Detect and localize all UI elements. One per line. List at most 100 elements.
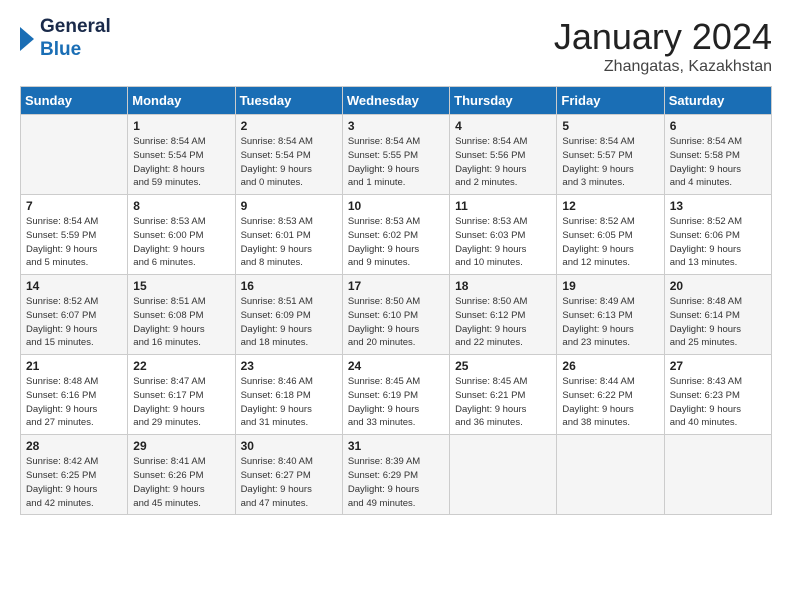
- day-info: Sunrise: 8:54 AM Sunset: 5:55 PM Dayligh…: [348, 135, 444, 190]
- day-number: 30: [241, 439, 337, 453]
- day-info: Sunrise: 8:50 AM Sunset: 6:10 PM Dayligh…: [348, 295, 444, 350]
- day-number: 8: [133, 199, 229, 213]
- day-cell: 24Sunrise: 8:45 AM Sunset: 6:19 PM Dayli…: [342, 355, 449, 435]
- day-info: Sunrise: 8:51 AM Sunset: 6:08 PM Dayligh…: [133, 295, 229, 350]
- day-cell: 28 Sunrise: 8:42 AM Sunset: 6:25 PM Dayli…: [21, 435, 128, 515]
- day-cell: 14Sunrise: 8:52 AM Sunset: 6:07 PM Dayli…: [21, 275, 128, 355]
- day-info: Sunrise: 8:45 AM Sunset: 6:21 PM Dayligh…: [455, 375, 551, 430]
- day-info: Sunrise: 8:43 AM Sunset: 6:23 PM Dayligh…: [670, 375, 766, 430]
- day-info: Sunrise: 8:41 AM Sunset: 6:26 PM Dayligh…: [133, 455, 229, 510]
- day-cell: [557, 435, 664, 515]
- week-row-3: 14Sunrise: 8:52 AM Sunset: 6:07 PM Dayli…: [21, 275, 772, 355]
- day-number: 14: [26, 279, 122, 293]
- day-info: Sunrise: 8:42 AM Sunset: 6:25 PM Dayligh…: [26, 455, 122, 510]
- day-cell: 30 Sunrise: 8:40 AM Sunset: 6:27 PM Dayli…: [235, 435, 342, 515]
- day-info: Sunrise: 8:48 AM Sunset: 6:14 PM Dayligh…: [670, 295, 766, 350]
- day-cell: 6 Sunrise: 8:54 AM Sunset: 5:58 PM Daylig…: [664, 115, 771, 195]
- day-info: Sunrise: 8:49 AM Sunset: 6:13 PM Dayligh…: [562, 295, 658, 350]
- week-row-5: 28 Sunrise: 8:42 AM Sunset: 6:25 PM Dayli…: [21, 435, 772, 515]
- title-area: January 2024 Zhangatas, Kazakhstan: [554, 16, 772, 76]
- day-cell: 9Sunrise: 8:53 AM Sunset: 6:01 PM Daylig…: [235, 195, 342, 275]
- day-info: Sunrise: 8:53 AM Sunset: 6:01 PM Dayligh…: [241, 215, 337, 270]
- day-cell: 22 Sunrise: 8:47 AM Sunset: 6:17 PM Dayli…: [128, 355, 235, 435]
- day-cell: 29 Sunrise: 8:41 AM Sunset: 6:26 PM Dayli…: [128, 435, 235, 515]
- day-cell: 4Sunrise: 8:54 AM Sunset: 5:56 PM Daylig…: [450, 115, 557, 195]
- day-number: 16: [241, 279, 337, 293]
- day-cell: 2 Sunrise: 8:54 AM Sunset: 5:54 PM Daylig…: [235, 115, 342, 195]
- day-info: Sunrise: 8:40 AM Sunset: 6:27 PM Dayligh…: [241, 455, 337, 510]
- day-info: Sunrise: 8:46 AM Sunset: 6:18 PM Dayligh…: [241, 375, 337, 430]
- day-info: Sunrise: 8:50 AM Sunset: 6:12 PM Dayligh…: [455, 295, 551, 350]
- day-number: 27: [670, 359, 766, 373]
- day-number: 10: [348, 199, 444, 213]
- day-number: 6: [670, 119, 766, 133]
- header-cell-friday: Friday: [557, 87, 664, 115]
- day-number: 26: [562, 359, 658, 373]
- day-number: 12: [562, 199, 658, 213]
- day-info: Sunrise: 8:39 AM Sunset: 6:29 PM Dayligh…: [348, 455, 444, 510]
- day-cell: 1 Sunrise: 8:54 AM Sunset: 5:54 PM Daylig…: [128, 115, 235, 195]
- day-info: Sunrise: 8:54 AM Sunset: 5:56 PM Dayligh…: [455, 135, 551, 190]
- day-cell: 17Sunrise: 8:50 AM Sunset: 6:10 PM Dayli…: [342, 275, 449, 355]
- day-number: 2: [241, 119, 337, 133]
- day-info: Sunrise: 8:52 AM Sunset: 6:05 PM Dayligh…: [562, 215, 658, 270]
- day-number: 18: [455, 279, 551, 293]
- day-cell: 3 Sunrise: 8:54 AM Sunset: 5:55 PM Daylig…: [342, 115, 449, 195]
- day-info: Sunrise: 8:53 AM Sunset: 6:03 PM Dayligh…: [455, 215, 551, 270]
- day-cell: 26 Sunrise: 8:44 AM Sunset: 6:22 PM Dayli…: [557, 355, 664, 435]
- day-info: Sunrise: 8:44 AM Sunset: 6:22 PM Dayligh…: [562, 375, 658, 430]
- day-info: Sunrise: 8:53 AM Sunset: 6:00 PM Dayligh…: [133, 215, 229, 270]
- day-cell: 18 Sunrise: 8:50 AM Sunset: 6:12 PM Dayli…: [450, 275, 557, 355]
- calendar-subtitle: Zhangatas, Kazakhstan: [554, 58, 772, 76]
- day-info: Sunrise: 8:54 AM Sunset: 5:54 PM Dayligh…: [241, 135, 337, 190]
- day-number: 20: [670, 279, 766, 293]
- day-cell: 21 Sunrise: 8:48 AM Sunset: 6:16 PM Dayli…: [21, 355, 128, 435]
- day-number: 29: [133, 439, 229, 453]
- day-cell: [450, 435, 557, 515]
- day-info: Sunrise: 8:51 AM Sunset: 6:09 PM Dayligh…: [241, 295, 337, 350]
- day-number: 28: [26, 439, 122, 453]
- day-cell: 5Sunrise: 8:54 AM Sunset: 5:57 PM Daylig…: [557, 115, 664, 195]
- header-cell-saturday: Saturday: [664, 87, 771, 115]
- day-cell: 15 Sunrise: 8:51 AM Sunset: 6:08 PM Dayli…: [128, 275, 235, 355]
- day-number: 7: [26, 199, 122, 213]
- day-cell: 20 Sunrise: 8:48 AM Sunset: 6:14 PM Dayli…: [664, 275, 771, 355]
- logo-blue-text: Blue: [40, 39, 111, 62]
- day-info: Sunrise: 8:54 AM Sunset: 5:54 PM Dayligh…: [133, 135, 229, 190]
- logo-triangle-icon: [20, 21, 36, 57]
- day-info: Sunrise: 8:53 AM Sunset: 6:02 PM Dayligh…: [348, 215, 444, 270]
- day-number: 11: [455, 199, 551, 213]
- day-cell: 10 Sunrise: 8:53 AM Sunset: 6:02 PM Dayli…: [342, 195, 449, 275]
- day-number: 31: [348, 439, 444, 453]
- header-cell-sunday: Sunday: [21, 87, 128, 115]
- header-cell-monday: Monday: [128, 87, 235, 115]
- header: General Blue January 2024 Zhangatas, Kaz…: [20, 16, 772, 76]
- day-cell: 19Sunrise: 8:49 AM Sunset: 6:13 PM Dayli…: [557, 275, 664, 355]
- day-info: Sunrise: 8:54 AM Sunset: 5:57 PM Dayligh…: [562, 135, 658, 190]
- day-cell: 13Sunrise: 8:52 AM Sunset: 6:06 PM Dayli…: [664, 195, 771, 275]
- day-info: Sunrise: 8:47 AM Sunset: 6:17 PM Dayligh…: [133, 375, 229, 430]
- day-info: Sunrise: 8:54 AM Sunset: 5:58 PM Dayligh…: [670, 135, 766, 190]
- day-cell: 11 Sunrise: 8:53 AM Sunset: 6:03 PM Dayli…: [450, 195, 557, 275]
- header-row: SundayMondayTuesdayWednesdayThursdayFrid…: [21, 87, 772, 115]
- day-number: 15: [133, 279, 229, 293]
- page: General Blue January 2024 Zhangatas, Kaz…: [0, 0, 792, 525]
- day-number: 3: [348, 119, 444, 133]
- day-info: Sunrise: 8:48 AM Sunset: 6:16 PM Dayligh…: [26, 375, 122, 430]
- day-cell: 31 Sunrise: 8:39 AM Sunset: 6:29 PM Dayli…: [342, 435, 449, 515]
- logo-general-text: General: [40, 16, 111, 39]
- day-number: 23: [241, 359, 337, 373]
- day-number: 1: [133, 119, 229, 133]
- day-cell: 25Sunrise: 8:45 AM Sunset: 6:21 PM Dayli…: [450, 355, 557, 435]
- week-row-2: 7 Sunrise: 8:54 AM Sunset: 5:59 PM Daylig…: [21, 195, 772, 275]
- day-cell: 7 Sunrise: 8:54 AM Sunset: 5:59 PM Daylig…: [21, 195, 128, 275]
- day-number: 22: [133, 359, 229, 373]
- day-number: 21: [26, 359, 122, 373]
- day-cell: 16 Sunrise: 8:51 AM Sunset: 6:09 PM Dayli…: [235, 275, 342, 355]
- day-cell: 27 Sunrise: 8:43 AM Sunset: 6:23 PM Dayli…: [664, 355, 771, 435]
- calendar-title: January 2024: [554, 16, 772, 58]
- day-info: Sunrise: 8:54 AM Sunset: 5:59 PM Dayligh…: [26, 215, 122, 270]
- day-number: 24: [348, 359, 444, 373]
- week-row-4: 21 Sunrise: 8:48 AM Sunset: 6:16 PM Dayli…: [21, 355, 772, 435]
- calendar-table: SundayMondayTuesdayWednesdayThursdayFrid…: [20, 86, 772, 515]
